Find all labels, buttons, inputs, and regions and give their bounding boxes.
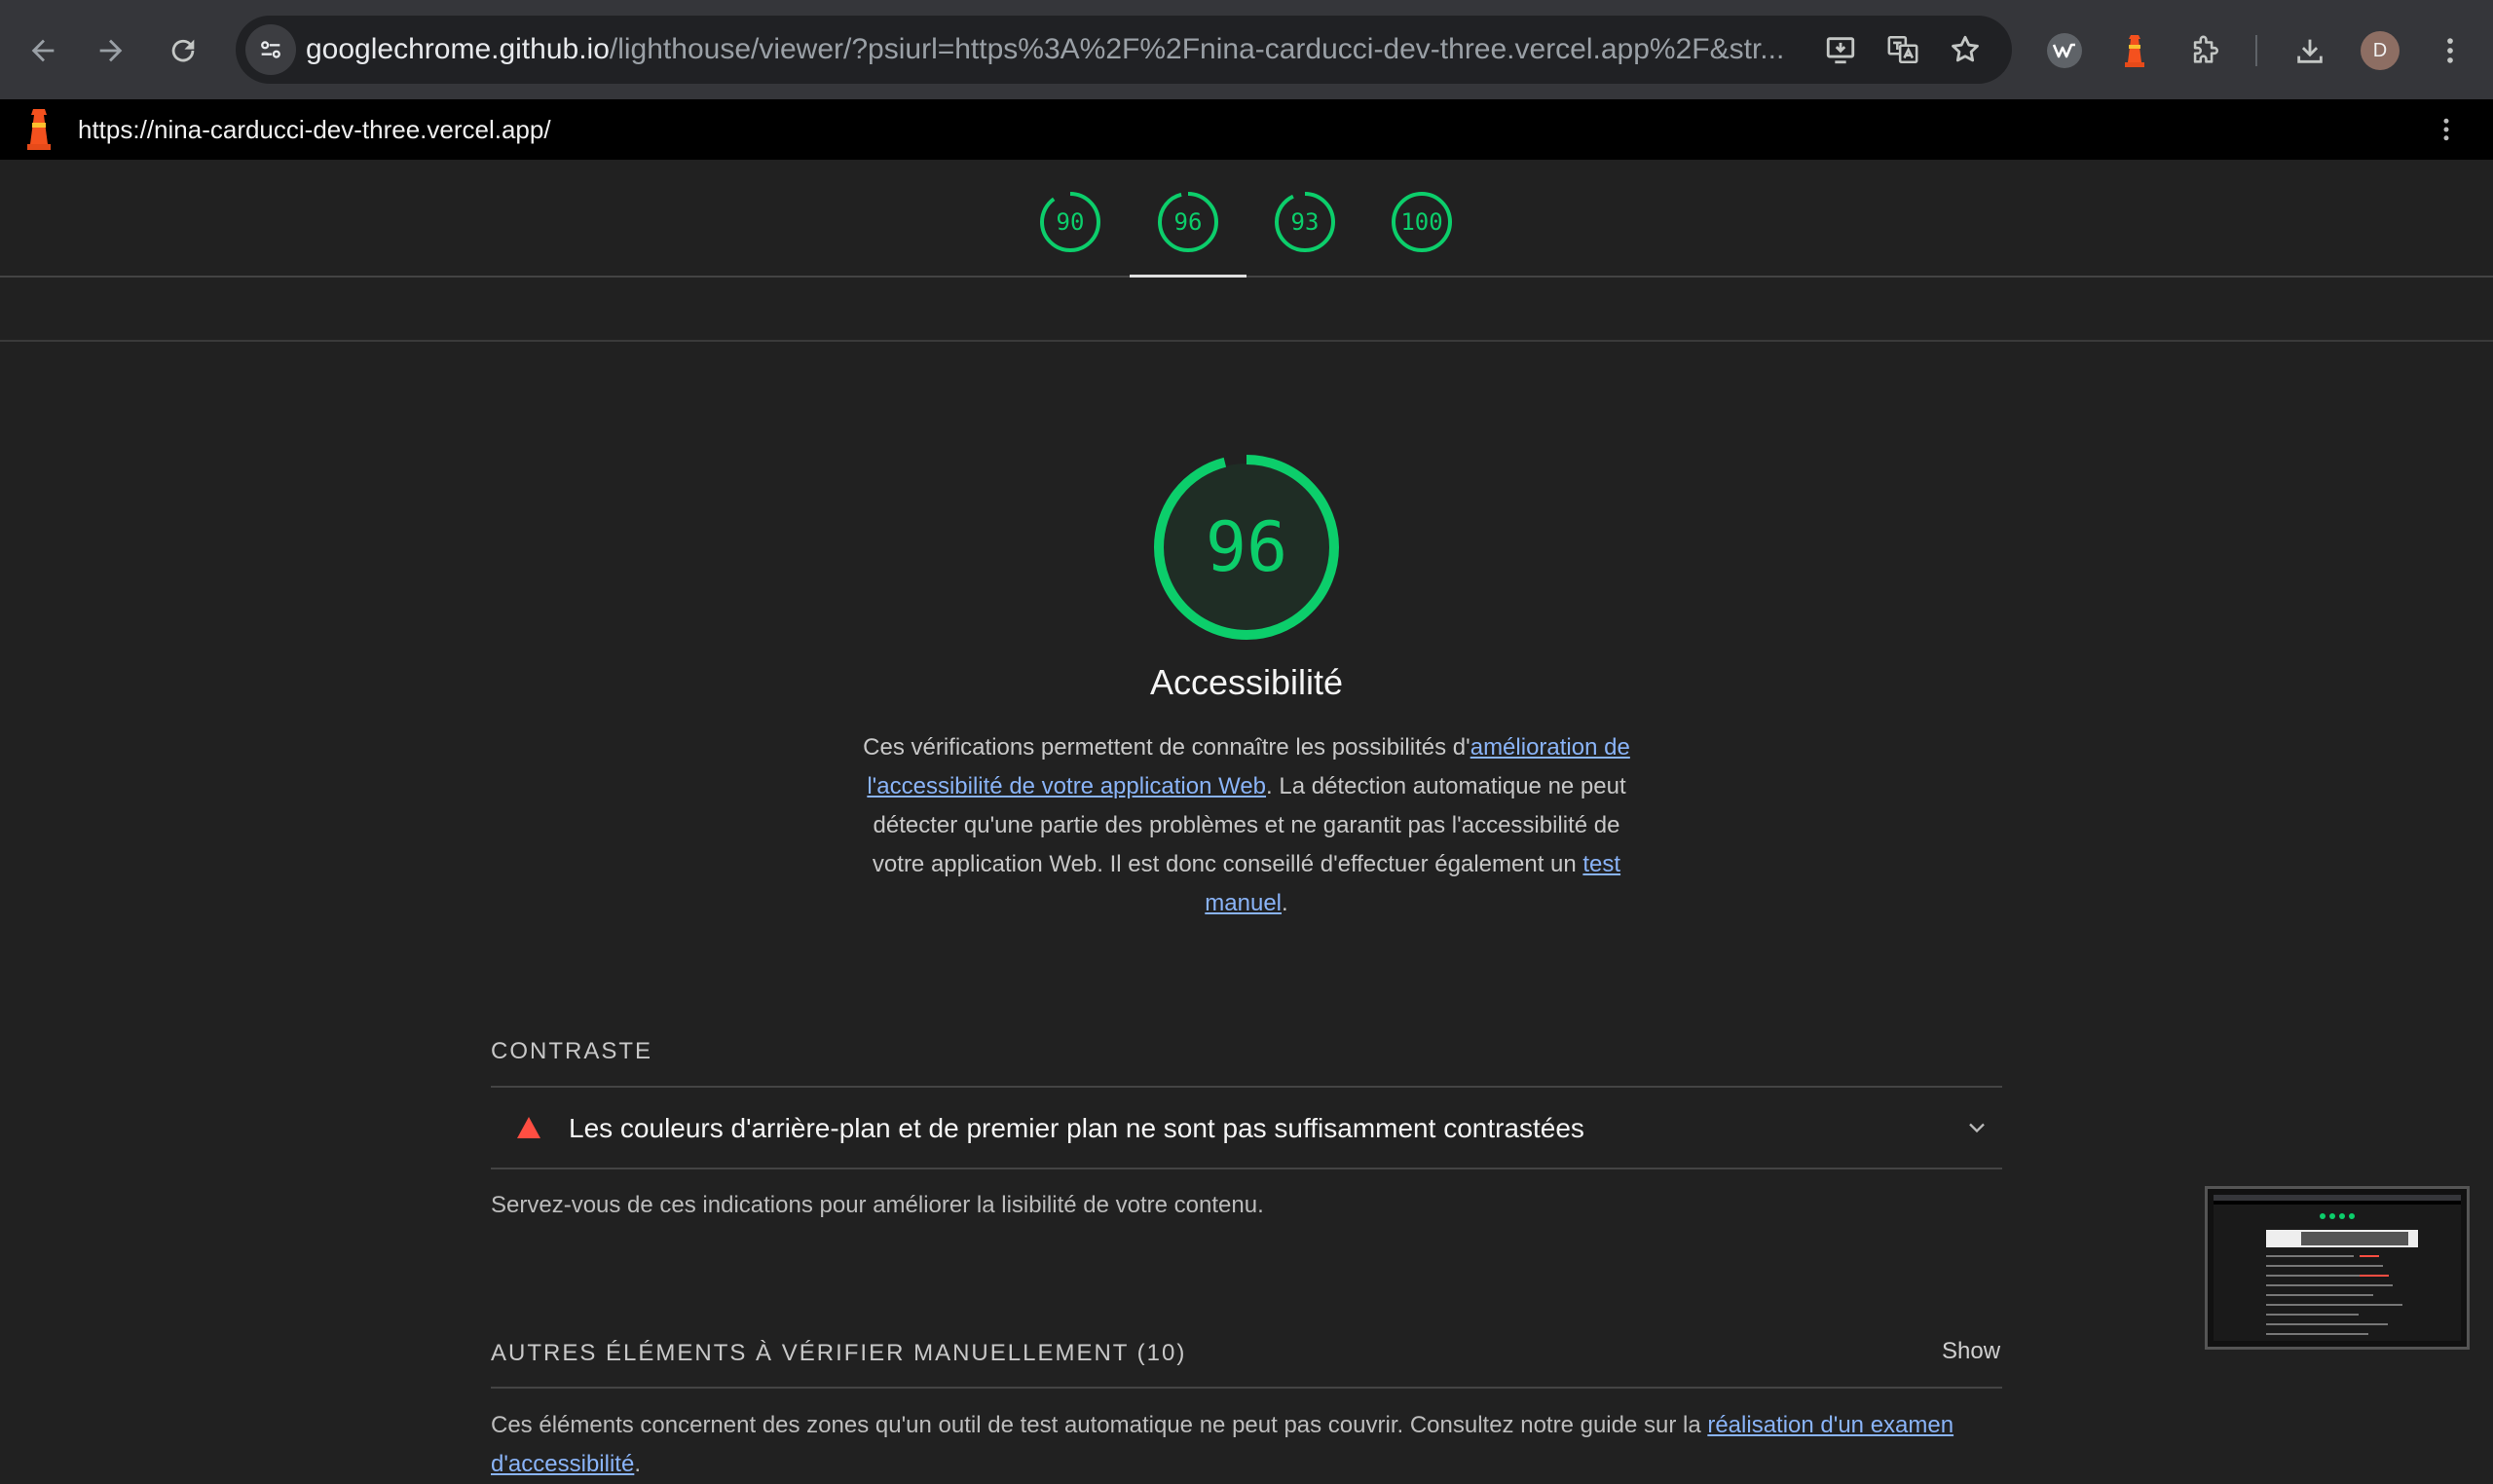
sticky-score-header: 90 96 93 100: [0, 160, 2493, 278]
contrast-group-title: CONTRASTE: [491, 1038, 653, 1064]
contrast-group-description: Servez-vous de ces indications pour amél…: [491, 1192, 1264, 1218]
manual-group-description: Ces éléments concernent des zones qu'un …: [491, 1412, 1954, 1477]
forward-button[interactable]: [88, 27, 134, 74]
active-gauge-indicator: [1130, 275, 1246, 278]
thumbnail-image: [2214, 1195, 2461, 1341]
lighthouse-topbar: https://nina-carducci-dev-three.vercel.a…: [0, 99, 2493, 160]
download-icon[interactable]: [2290, 31, 2329, 70]
reload-icon: [171, 39, 195, 62]
extensions-puzzle-icon[interactable]: [2185, 31, 2224, 70]
chevron-down-icon[interactable]: [1963, 1114, 1991, 1141]
accessibility-score-gauge: 96: [1149, 450, 1344, 645]
gauge-score: 90: [1056, 208, 1085, 236]
url-text[interactable]: googlechrome.github.io/lighthouse/viewer…: [306, 33, 1854, 66]
lighthouse-logo-icon: [27, 109, 51, 150]
arrow-left-icon: [31, 39, 55, 62]
show-manual-button[interactable]: Show: [1942, 1338, 2000, 1365]
gauge-score: 96: [1173, 208, 1203, 236]
extension-w-icon[interactable]: [2045, 31, 2084, 70]
browser-toolbar: googlechrome.github.io/lighthouse/viewer…: [0, 0, 2493, 99]
contrast-audit-row[interactable]: Les couleurs d'arrière-plan et de premie…: [491, 1087, 2002, 1169]
toolbar-separator: [2255, 35, 2257, 66]
chrome-menu-icon[interactable]: [2431, 31, 2470, 70]
install-app-icon[interactable]: [1823, 32, 1858, 67]
bookmark-star-icon[interactable]: [1948, 32, 1983, 67]
report-menu-icon[interactable]: [2431, 109, 2462, 150]
gauge-seo[interactable]: 100: [1391, 191, 1453, 253]
gauge-best-practices[interactable]: 93: [1274, 191, 1336, 253]
audit-title: Les couleurs d'arrière-plan et de premie…: [569, 1113, 1584, 1143]
translate-icon[interactable]: [1885, 32, 1920, 67]
arrow-right-icon: [99, 39, 123, 62]
gauge-score: 93: [1290, 208, 1320, 236]
tune-icon: [261, 41, 280, 58]
reload-button[interactable]: [160, 27, 206, 74]
gauge-accessibility[interactable]: 96: [1157, 191, 1219, 253]
group-divider: [491, 1387, 2002, 1389]
gauge-score: 100: [1400, 208, 1443, 236]
site-info-button[interactable]: [245, 24, 296, 75]
fail-triangle-icon: [517, 1117, 540, 1138]
category-title: Accessibilité: [1149, 662, 1344, 702]
profile-avatar[interactable]: D: [2361, 31, 2400, 70]
big-score-value: 96: [1205, 507, 1288, 587]
manual-group-title: AUTRES ÉLÉMENTS À VÉRIFIER MANUELLEMENT …: [491, 1340, 1187, 1366]
report-url[interactable]: https://nina-carducci-dev-three.vercel.a…: [78, 115, 551, 145]
header-divider: [0, 340, 2493, 342]
lighthouse-extension-icon[interactable]: [2115, 31, 2154, 70]
audit-divider: [491, 1168, 2002, 1169]
address-bar[interactable]: googlechrome.github.io/lighthouse/viewer…: [236, 16, 2012, 84]
category-description: Ces vérifications permettent de connaîtr…: [863, 734, 1630, 916]
screenshot-thumbnail[interactable]: [2205, 1186, 2470, 1350]
gauge-performance[interactable]: 90: [1039, 191, 1101, 253]
back-button[interactable]: [19, 27, 66, 74]
